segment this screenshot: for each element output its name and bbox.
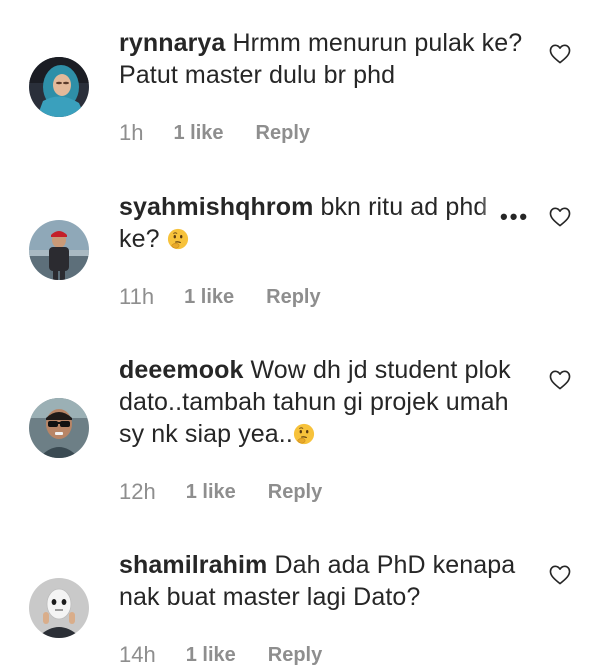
- heart-outline-icon[interactable]: [549, 565, 571, 585]
- comment-likes[interactable]: 1 like: [186, 644, 236, 667]
- comment-username[interactable]: shamilrahim: [119, 551, 267, 579]
- comment-time[interactable]: 14h: [119, 642, 156, 668]
- reply-button[interactable]: Reply: [268, 644, 322, 667]
- comment-item: shamilrahim Dah ada PhD kenapa nak buat …: [0, 0, 590, 672]
- comment-meta: 14h 1 like Reply: [119, 641, 322, 669]
- comments-list: rynnarya Hrmm menurun pulak ke? Patut ma…: [0, 0, 590, 672]
- avatar[interactable]: [29, 578, 89, 638]
- comment-body: shamilrahim Dah ada PhD kenapa nak buat …: [119, 549, 531, 613]
